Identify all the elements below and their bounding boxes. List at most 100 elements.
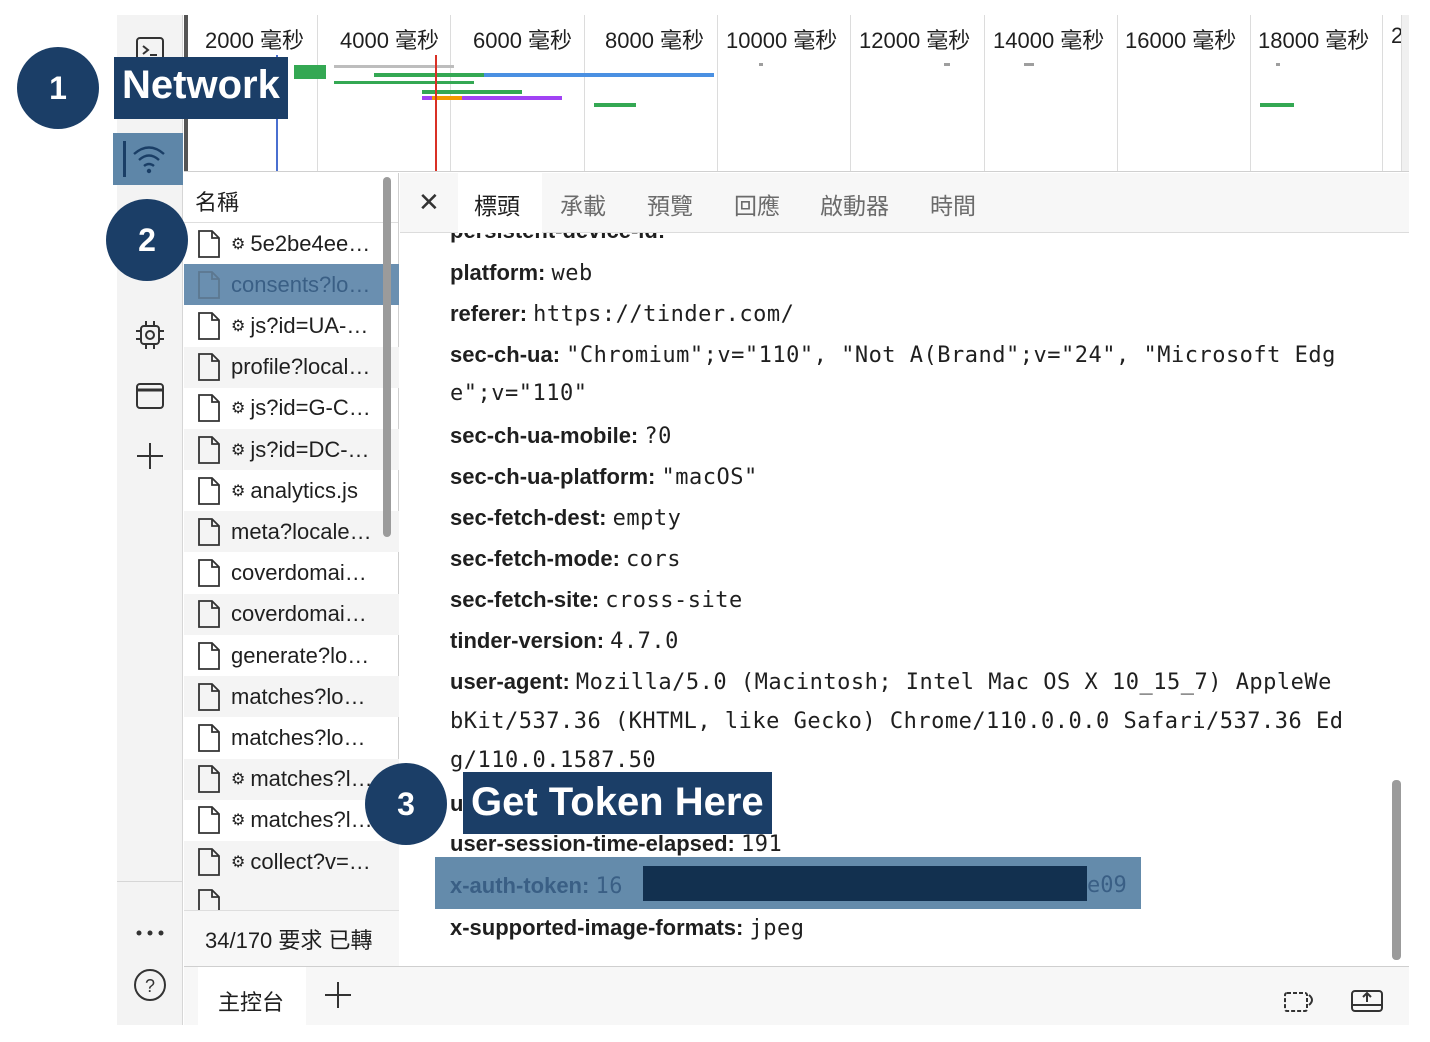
callout-badge-1: 1	[17, 47, 99, 129]
header-row[interactable]: sec-fetch-mode: cors	[450, 546, 681, 572]
request-row[interactable]: matches?lo…	[184, 676, 399, 717]
header-row[interactable]: tinder-version: 4.7.0	[450, 628, 679, 654]
callout-label-get-token: Get Token Here	[463, 772, 772, 834]
load-event-marker	[435, 55, 437, 172]
tab-preview[interactable]: 預覽	[647, 187, 693, 221]
service-worker-gear-icon: ⚙	[231, 440, 245, 460]
svg-text:?: ?	[145, 976, 155, 996]
header-row[interactable]: referer: https://tinder.com/	[450, 301, 794, 327]
request-row[interactable]: ⚙collect?v=…	[184, 841, 399, 882]
header-row[interactable]: platform: web	[450, 260, 593, 286]
request-row[interactable]: coverdomai…	[184, 553, 399, 594]
service-worker-gear-icon: ⚙	[231, 398, 245, 418]
request-row[interactable]: meta?locale…	[184, 511, 399, 552]
document-icon	[197, 311, 221, 341]
tab-initiator[interactable]: 啟動器	[820, 187, 889, 221]
cpu-icon[interactable]	[117, 310, 183, 360]
tab-headers[interactable]: 標頭	[474, 187, 520, 221]
auth-token-row[interactable]: x-auth-token: 16	[450, 873, 623, 899]
tab-payload[interactable]: 承載	[560, 187, 606, 221]
header-row[interactable]: sec-ch-ua-platform: "macOS"	[450, 464, 758, 490]
request-name: coverdomai…	[231, 560, 367, 586]
document-icon	[197, 847, 221, 877]
header-row[interactable]: sec-fetch-dest: empty	[450, 505, 681, 531]
request-row[interactable]: consents?lo…	[184, 264, 399, 305]
timeline-tick-label: 12000 毫秒	[859, 23, 970, 55]
network-tool-button[interactable]	[113, 133, 183, 185]
service-worker-gear-icon: ⚙	[231, 234, 245, 254]
request-row[interactable]: ⚙js?id=DC-…	[184, 429, 399, 470]
service-worker-gear-icon: ⚙	[231, 316, 245, 336]
request-headers-list: persistent-device-id: platform: web refe…	[400, 233, 1400, 960]
request-row[interactable]: ⚙analytics.js	[184, 470, 399, 511]
header-row[interactable]: x-supported-image-formats: jpeg	[450, 915, 804, 941]
request-name: consents?lo…	[231, 272, 370, 298]
document-icon	[197, 476, 221, 506]
document-icon	[197, 517, 221, 547]
request-list-scrollbar[interactable]	[383, 177, 391, 537]
header-row[interactable]: user-agent: Mozilla/5.0 (Macintosh; Inte…	[450, 669, 1332, 695]
document-icon	[197, 393, 221, 423]
request-summary: 34/170 要求 已轉	[184, 910, 399, 966]
name-column-header[interactable]: 名稱	[184, 173, 399, 223]
timeline-tick-label: 2000 毫秒	[205, 23, 304, 55]
more-tools-icon[interactable]	[117, 915, 183, 951]
request-row[interactable]: ⚙js?id=UA-…	[184, 305, 399, 346]
timeline-tick-label: 8000 毫秒	[605, 23, 704, 55]
add-drawer-tab-icon[interactable]	[322, 979, 354, 1019]
request-name: js?id=UA-…	[250, 313, 368, 339]
timeline-tick-label: 16000 毫秒	[1125, 23, 1236, 55]
tab-response[interactable]: 回應	[734, 187, 780, 221]
detail-tabbar: ✕ 標頭 承載 預覽 回應 啟動器 時間	[400, 173, 1409, 233]
header-row[interactable]: sec-ch-ua-mobile: ?0	[450, 423, 672, 449]
header-row[interactable]: user-session-time-elapsed: 191	[450, 831, 782, 857]
header-row[interactable]: sec-fetch-site: cross-site	[450, 587, 743, 613]
request-name: collect?v=…	[250, 849, 370, 875]
document-icon	[197, 435, 221, 465]
obscured-header-row: u	[450, 791, 463, 817]
timeline-tick-label: 18000 毫秒	[1258, 23, 1369, 55]
request-name: js?id=G-C…	[250, 395, 370, 421]
redacted-token-block	[643, 866, 1087, 901]
callout-label-network: Network	[114, 57, 288, 119]
document-icon	[197, 599, 221, 629]
request-row[interactable]: coverdomai…	[184, 594, 399, 635]
request-row[interactable]: profile?local…	[184, 347, 399, 388]
close-icon[interactable]: ✕	[418, 187, 440, 218]
bottom-drawer: 主控台	[184, 966, 1409, 1025]
request-name: meta?locale…	[231, 519, 372, 545]
request-name: 5e2be4ee…	[250, 231, 370, 257]
request-row[interactable]	[184, 882, 399, 910]
detail-scrollbar[interactable]	[1392, 780, 1401, 960]
undock-drawer-icon[interactable]	[1350, 985, 1384, 1020]
add-tool-icon[interactable]	[117, 431, 183, 481]
request-row[interactable]: ⚙js?id=G-C…	[184, 388, 399, 429]
callout-badge-2: 2	[106, 199, 188, 281]
header-value-continuation: bKit/537.36 (KHTML, like Gecko) Chrome/1…	[450, 709, 1343, 734]
timeline-tick-label: 14000 毫秒	[993, 23, 1104, 55]
document-icon	[197, 723, 221, 753]
waterfall-bar	[334, 81, 474, 84]
network-timeline[interactable]: 2000 毫秒 4000 毫秒 6000 毫秒 8000 毫秒 10000 毫秒…	[184, 15, 1409, 172]
request-row[interactable]: ⚙5e2be4ee…	[184, 223, 399, 264]
tab-timing[interactable]: 時間	[930, 187, 976, 221]
waterfall-bar	[484, 73, 714, 77]
request-name: js?id=DC-…	[250, 437, 369, 463]
waterfall-bar	[1260, 103, 1294, 107]
request-name: coverdomai…	[231, 601, 367, 627]
help-icon[interactable]: ?	[117, 965, 183, 1005]
clipped-header-row: persistent-device-id:	[450, 233, 665, 244]
request-row[interactable]: generate?lo…	[184, 635, 399, 676]
document-icon	[197, 682, 221, 712]
drawer-tab-console[interactable]: 主控台	[198, 967, 306, 1026]
request-row[interactable]: matches?lo…	[184, 717, 399, 758]
dock-side-icon[interactable]	[1282, 985, 1318, 1020]
header-row[interactable]: sec-ch-ua: "Chromium";v="110", "Not A(Br…	[450, 342, 1336, 368]
application-window-icon[interactable]	[117, 371, 183, 421]
document-icon	[197, 229, 221, 259]
timeline-tick-label: 10000 毫秒	[726, 23, 837, 55]
document-icon	[197, 352, 221, 382]
document-icon	[197, 805, 221, 835]
document-icon	[197, 270, 221, 300]
header-value-continuation: g/110.0.1587.50	[450, 748, 656, 773]
